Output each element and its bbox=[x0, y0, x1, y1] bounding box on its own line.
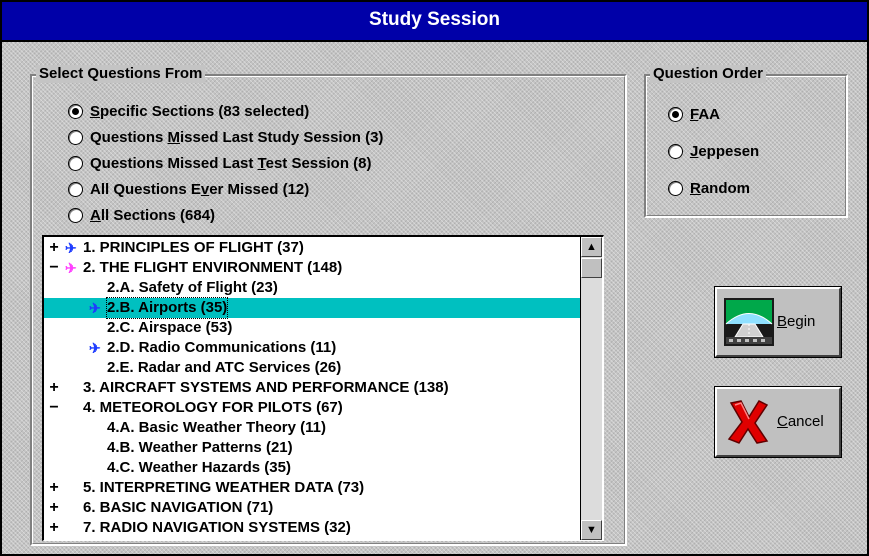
select-option-label: Questions Missed Last Test Session (8) bbox=[90, 154, 372, 172]
select-option-label: Specific Sections (83 selected) bbox=[90, 102, 310, 120]
collapse-icon[interactable]: − bbox=[47, 398, 61, 418]
red-x-icon bbox=[727, 400, 769, 444]
order-option-3[interactable]: Random bbox=[668, 177, 750, 199]
tree-item-label: 3. AIRCRAFT SYSTEMS AND PERFORMANCE (138… bbox=[83, 379, 449, 396]
order-option-label: Jeppesen bbox=[690, 142, 760, 160]
select-option-label: All Questions Ever Missed (12) bbox=[90, 180, 310, 198]
radio-button[interactable] bbox=[668, 106, 683, 122]
select-option-1[interactable]: Specific Sections (83 selected) bbox=[68, 100, 309, 122]
tree-item-label: 2.A. Safety of Flight (23) bbox=[107, 279, 278, 296]
airplane-marker-icon: ✈ bbox=[65, 260, 77, 276]
cancel-button[interactable]: Cancel bbox=[714, 386, 842, 458]
radio-button[interactable] bbox=[668, 180, 683, 196]
tree-item[interactable]: +7. RADIO NAVIGATION SYSTEMS (32) bbox=[44, 518, 580, 538]
select-questions-legend: Select Questions From bbox=[36, 65, 206, 83]
expand-icon[interactable]: + bbox=[47, 238, 61, 258]
begin-label: Begin bbox=[777, 313, 816, 330]
question-order-legend: Question Order bbox=[650, 65, 767, 83]
tree-item-label: 4.C. Weather Hazards (35) bbox=[107, 459, 291, 476]
runway-icon bbox=[724, 298, 774, 346]
section-tree-list[interactable]: + ✈ 1. PRINCIPLES OF FLIGHT (37) − ✈ 2. THE F… bbox=[44, 237, 580, 540]
tree-item[interactable]: 2.E. Radar and ATC Services (26) bbox=[44, 358, 580, 378]
tree-item-label: 4.B. Weather Patterns (21) bbox=[107, 439, 293, 456]
order-option-label: Random bbox=[690, 179, 751, 197]
tree-item-label: 2.D. Radio Communications (11) bbox=[107, 339, 337, 356]
tree-item[interactable]: − 4. METEOROLOGY FOR PILOTS (67) bbox=[44, 398, 580, 418]
tree-item[interactable]: + ✈ 1. PRINCIPLES OF FLIGHT (37) bbox=[44, 238, 580, 258]
scroll-down-button[interactable]: ▼ bbox=[581, 520, 602, 540]
order-option-1[interactable]: FAA bbox=[668, 103, 720, 125]
tree-item[interactable]: 2.C. Airspace (53) bbox=[44, 318, 580, 338]
tree-item-label: 4.A. Basic Weather Theory (11) bbox=[107, 419, 326, 436]
tree-item-label: 2.E. Radar and ATC Services (26) bbox=[107, 359, 342, 376]
study-session-window: Study Session Select Questions From Spec… bbox=[0, 0, 869, 556]
select-option-label: All Sections (684) bbox=[90, 206, 216, 224]
tree-item-label: 7. RADIO NAVIGATION SYSTEMS (32) bbox=[83, 519, 351, 536]
tree-item-label: 5. INTERPRETING WEATHER DATA (73) bbox=[83, 479, 365, 496]
radio-button[interactable] bbox=[68, 181, 83, 197]
radio-button[interactable] bbox=[68, 103, 83, 119]
tree-item[interactable]: ✈ 2.B. Airports (35) bbox=[44, 297, 580, 319]
cancel-label: Cancel bbox=[777, 413, 824, 430]
radio-button[interactable] bbox=[68, 129, 83, 145]
window-title: Study Session bbox=[369, 9, 500, 30]
collapse-icon[interactable]: − bbox=[47, 258, 61, 278]
tree-item[interactable]: ✈ 2.D. Radio Communications (11) bbox=[44, 338, 580, 358]
tree-item[interactable]: 2.A. Safety of Flight (23) bbox=[44, 278, 580, 298]
order-option-label: FAA bbox=[690, 105, 721, 123]
tree-scrollbar[interactable]: ▲ ▼ bbox=[580, 237, 602, 540]
tree-item[interactable]: +5. INTERPRETING WEATHER DATA (73) bbox=[44, 478, 580, 498]
airplane-marker-icon: ✈ bbox=[65, 240, 77, 256]
tree-item-label: 4. METEOROLOGY FOR PILOTS (67) bbox=[83, 399, 343, 416]
tree-item[interactable]: 4.A. Basic Weather Theory (11) bbox=[44, 418, 580, 438]
title-bar: Study Session bbox=[2, 2, 867, 42]
tree-item-label: 1. PRINCIPLES OF FLIGHT (37) bbox=[83, 239, 304, 256]
airplane-marker-icon: ✈ bbox=[89, 340, 101, 356]
expand-icon[interactable]: + bbox=[47, 478, 61, 498]
tree-item-label: 2.B. Airports (35) bbox=[105, 297, 229, 319]
tree-item[interactable]: +3. AIRCRAFT SYSTEMS AND PERFORMANCE (13… bbox=[44, 378, 580, 398]
section-tree[interactable]: + ✈ 1. PRINCIPLES OF FLIGHT (37) − ✈ 2. THE F… bbox=[42, 235, 604, 541]
tree-item[interactable]: 4.B. Weather Patterns (21) bbox=[44, 438, 580, 458]
radio-button[interactable] bbox=[68, 155, 83, 171]
scroll-up-arrow-icon: ▲ bbox=[586, 241, 597, 253]
radio-button[interactable] bbox=[68, 207, 83, 223]
begin-button[interactable]: Begin bbox=[714, 286, 842, 358]
expand-icon[interactable]: + bbox=[47, 378, 61, 398]
tree-item-label: 2.C. Airspace (53) bbox=[107, 319, 233, 336]
select-option-label: Questions Missed Last Study Session (3) bbox=[90, 128, 384, 146]
tree-item[interactable]: 4.C. Weather Hazards (35) bbox=[44, 458, 580, 478]
tree-item-label: 2. THE FLIGHT ENVIRONMENT (148) bbox=[83, 259, 343, 276]
select-option-2[interactable]: Questions Missed Last Study Session (3) bbox=[68, 126, 383, 148]
scroll-up-button[interactable]: ▲ bbox=[581, 237, 602, 257]
select-option-5[interactable]: All Sections (684) bbox=[68, 204, 215, 226]
order-option-2[interactable]: Jeppesen bbox=[668, 140, 759, 162]
tree-item-label: 6. BASIC NAVIGATION (71) bbox=[83, 499, 274, 516]
tree-item[interactable]: − ✈ 2. THE FLIGHT ENVIRONMENT (148) bbox=[44, 258, 580, 278]
expand-icon[interactable]: + bbox=[47, 518, 61, 538]
airplane-marker-icon: ✈ bbox=[89, 300, 101, 316]
scroll-thumb[interactable] bbox=[581, 258, 602, 278]
expand-icon[interactable]: + bbox=[47, 498, 61, 518]
scroll-down-arrow-icon: ▼ bbox=[586, 524, 597, 536]
tree-item[interactable]: +6. BASIC NAVIGATION (71) bbox=[44, 498, 580, 518]
select-option-3[interactable]: Questions Missed Last Test Session (8) bbox=[68, 152, 371, 174]
scroll-track[interactable] bbox=[581, 257, 602, 520]
select-option-4[interactable]: All Questions Ever Missed (12) bbox=[68, 178, 309, 200]
radio-button[interactable] bbox=[668, 143, 683, 159]
